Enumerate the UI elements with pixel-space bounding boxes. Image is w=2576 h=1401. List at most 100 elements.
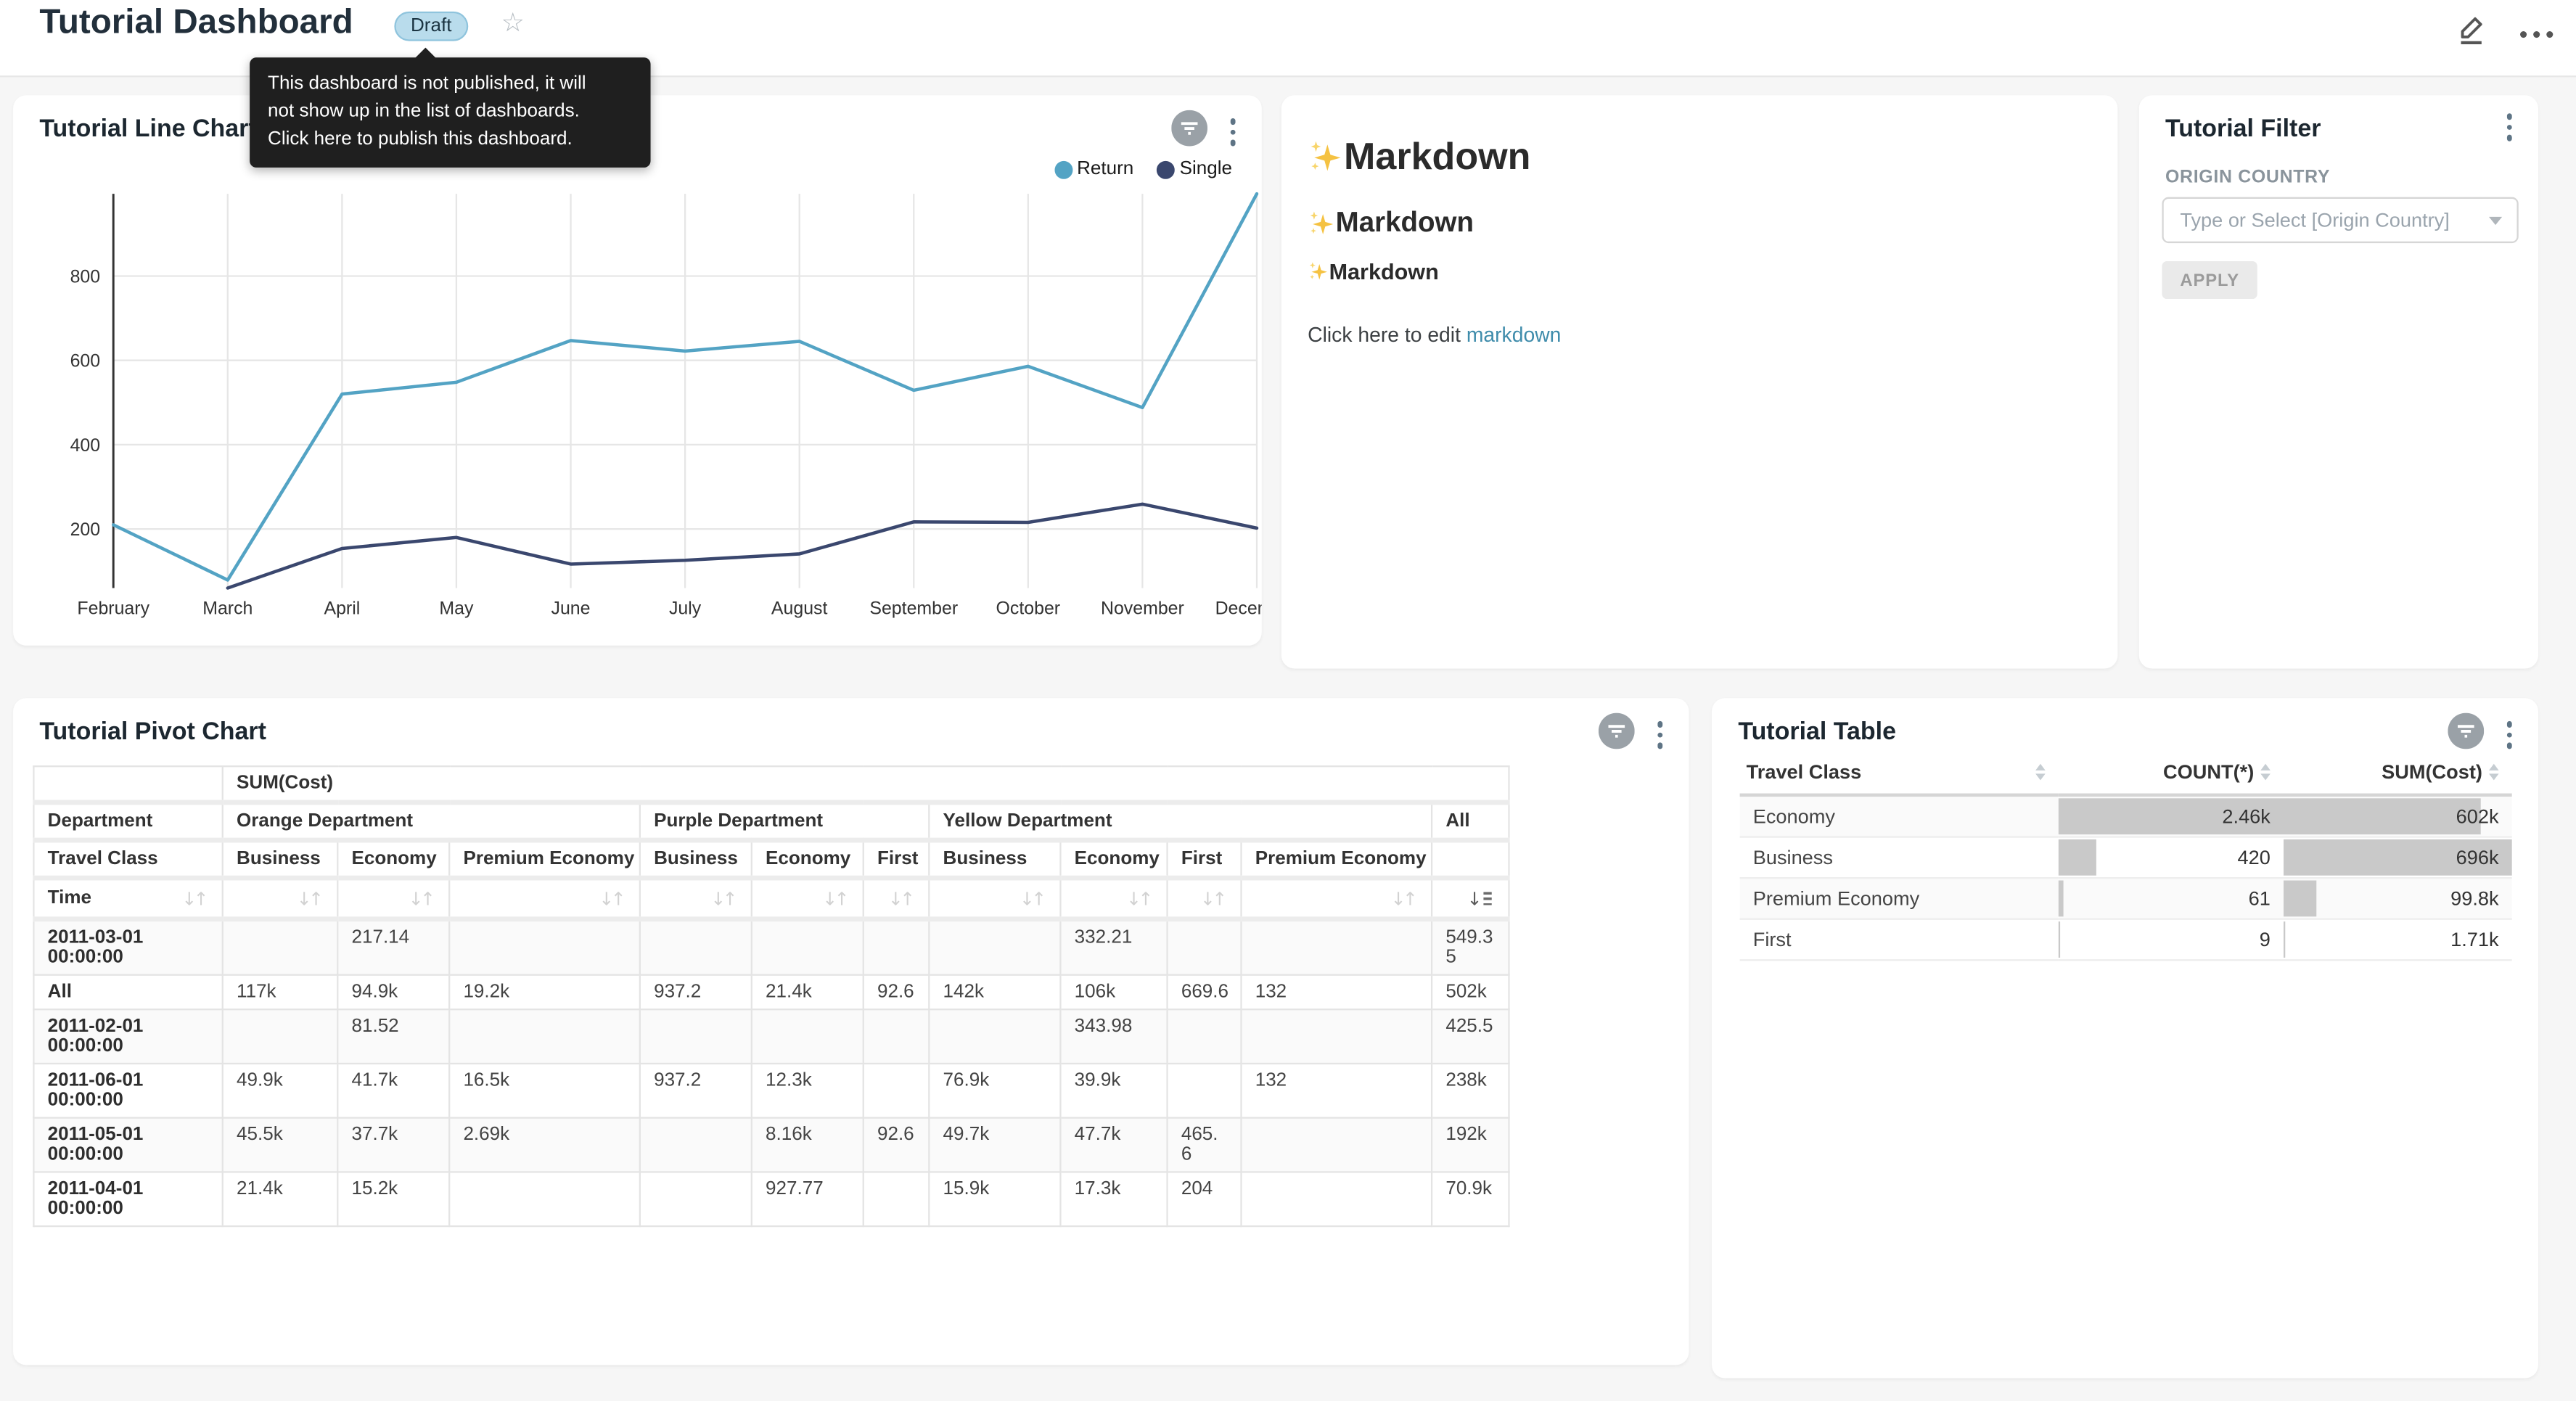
pivot-cell	[752, 1009, 864, 1064]
pivot-cell	[640, 1118, 752, 1172]
pivot-cell: 465.6	[1168, 1118, 1242, 1172]
table-card-title: Tutorial Table	[1738, 718, 1896, 745]
pivot-cell	[1168, 1009, 1242, 1064]
travel-class-cell: Premium Economy	[1740, 887, 1933, 911]
sort-toggle-icon[interactable]: ↓↑	[710, 888, 737, 909]
pivot-sort-cell: ↓↑	[640, 878, 752, 919]
tutorial-table: Travel ClassCOUNT(*)SUM(Cost)Economy2.46…	[1740, 754, 2512, 961]
pivot-cell	[1241, 919, 1432, 975]
table-row: Premium Economy 6199.8k	[1740, 878, 2512, 919]
sort-toggle-icon[interactable]: ↓↑	[1200, 888, 1227, 909]
pivot-cell: 117k	[223, 975, 337, 1010]
pivot-sort-cell: ↓↑	[864, 878, 930, 919]
pivot-cell: 92.6	[864, 1118, 930, 1172]
markdown-card: Markdown Markdown Markdown Click here to…	[1281, 95, 2117, 668]
col-header-count[interactable]: COUNT(*)	[2059, 754, 2284, 795]
sort-toggle-icon[interactable]: ↓↑	[822, 888, 849, 909]
table-card: Tutorial Table Travel ClassCOUNT(*)SUM(C…	[1712, 698, 2538, 1378]
pivot-cell	[864, 1064, 930, 1118]
filter-indicator-icon[interactable]	[1598, 713, 1634, 757]
sort-toggle-icon[interactable]: ↓↑	[181, 888, 208, 909]
sort-caret-icon[interactable]	[2260, 764, 2271, 780]
more-options-icon[interactable]	[2520, 30, 2553, 37]
filter-indicator-icon[interactable]	[1170, 110, 1207, 155]
pivot-cell	[449, 1009, 640, 1064]
pivot-cell: 12.3k	[752, 1064, 864, 1118]
sum-cell: 99.8k	[2284, 878, 2512, 919]
sort-toggle-icon[interactable]: ↓↑	[297, 888, 324, 909]
pivot-cell: 204	[1168, 1172, 1242, 1226]
chevron-down-icon	[2489, 216, 2502, 224]
pivot-cell	[1241, 1118, 1432, 1172]
dashboard-page: Tutorial Dashboard Draft ☆ This dashboar…	[0, 0, 2576, 1401]
pivot-dept-group: All	[1432, 802, 1509, 840]
pivot-sort-cell: ↓↑	[223, 878, 337, 919]
sort-toggle-icon[interactable]: ↓↑	[1126, 888, 1153, 909]
pivot-cell: 39.9k	[1060, 1064, 1167, 1118]
draft-status-badge[interactable]: Draft	[394, 12, 468, 41]
tooltip-line: not show up in the list of dashboards.	[268, 99, 633, 126]
sparkles-icon	[1308, 139, 1344, 175]
pivot-cell: 37.7k	[337, 1118, 449, 1172]
count-cell: 2.46k	[2059, 795, 2284, 837]
sort-toggle-icon[interactable]: ↓↑	[888, 888, 915, 909]
filter-indicator-icon[interactable]	[2447, 713, 2483, 757]
pivot-metric-header: SUM(Cost)	[223, 766, 1509, 802]
pivot-row-label: 2011-04-01 00:00:00	[33, 1172, 222, 1226]
origin-country-select[interactable]: Type or Select [Origin Country]	[2162, 197, 2518, 243]
pivot-cell: 132	[1241, 1064, 1432, 1118]
markdown-h2: Markdown	[1308, 207, 1474, 239]
pivot-cell	[223, 919, 337, 975]
col-header-travel-class[interactable]: Travel Class	[1740, 754, 2059, 795]
sort-toggle-icon[interactable]: ↓↑	[599, 888, 625, 909]
pivot-class-col: First	[864, 840, 930, 878]
pivot-cell	[864, 1009, 930, 1064]
pivot-sort-cell: ↓↑	[449, 878, 640, 919]
edit-markdown-link[interactable]: markdown	[1467, 324, 1562, 347]
x-axis-label: September	[869, 599, 958, 619]
x-axis-label: December	[1215, 599, 1262, 619]
legend-item-return[interactable]: Return	[1054, 160, 1133, 179]
filter-kebab-menu-icon[interactable]	[2503, 110, 2515, 144]
pivot-class-col: Business	[929, 840, 1060, 878]
sort-caret-icon[interactable]	[2035, 764, 2046, 780]
pivot-kebab-menu-icon[interactable]	[1654, 718, 1666, 752]
pivot-cell: 549.35	[1432, 919, 1509, 975]
legend-item-single[interactable]: Single	[1157, 160, 1232, 179]
chart-kebab-menu-icon[interactable]	[1226, 115, 1239, 149]
col-header-sum-cost[interactable]: SUM(Cost)	[2284, 754, 2512, 795]
pivot-cell	[640, 1172, 752, 1226]
pivot-cell	[929, 1009, 1060, 1064]
pivot-cell: 425.5	[1432, 1009, 1509, 1064]
table-kebab-menu-icon[interactable]	[2503, 718, 2515, 752]
apply-button[interactable]: APPLY	[2162, 261, 2257, 299]
pivot-table: SUM(Cost)DepartmentOrange DepartmentPurp…	[33, 765, 1510, 1227]
sort-toggle-icon[interactable]: ↓↑	[1020, 888, 1046, 909]
tooltip-line: Click here to publish this dashboard.	[268, 126, 633, 154]
x-axis-label: March	[202, 599, 253, 619]
sort-toggle-icon[interactable]: ↓↑	[1391, 888, 1418, 909]
sum-cell: 696k	[2284, 837, 2512, 879]
edit-dashboard-icon[interactable]	[2454, 13, 2487, 54]
pivot-cell: 927.77	[752, 1172, 864, 1226]
table-row: Economy2.46k602k	[1740, 795, 2512, 837]
chart-legend[interactable]: Return Single	[1054, 160, 1232, 179]
pivot-row-label: 2011-02-01 00:00:00	[33, 1009, 222, 1064]
table-row: Business420696k	[1740, 837, 2512, 879]
pivot-cell: 81.52	[337, 1009, 449, 1064]
pivot-class-col: Business	[640, 840, 752, 878]
favorite-star-icon[interactable]: ☆	[501, 7, 525, 38]
sort-desc-active-icon[interactable]: ↓	[1467, 888, 1496, 909]
pivot-cell: 76.9k	[929, 1064, 1060, 1118]
sort-caret-icon[interactable]	[2489, 764, 2499, 780]
markdown-h3: Markdown	[1308, 260, 1439, 284]
x-axis-label: October	[996, 599, 1061, 619]
sum-cell: 1.71k	[2284, 919, 2512, 961]
pivot-cell: 217.14	[337, 919, 449, 975]
sort-toggle-icon[interactable]: ↓↑	[409, 888, 435, 909]
count-cell: 9	[2059, 919, 2284, 961]
count-cell: 61	[2059, 878, 2284, 919]
pivot-sort-cell: ↓↑	[929, 878, 1060, 919]
line-chart-card: Tutorial Line Chart ReturnSingle 2004006…	[13, 95, 1262, 645]
pivot-cell: 238k	[1432, 1064, 1509, 1118]
